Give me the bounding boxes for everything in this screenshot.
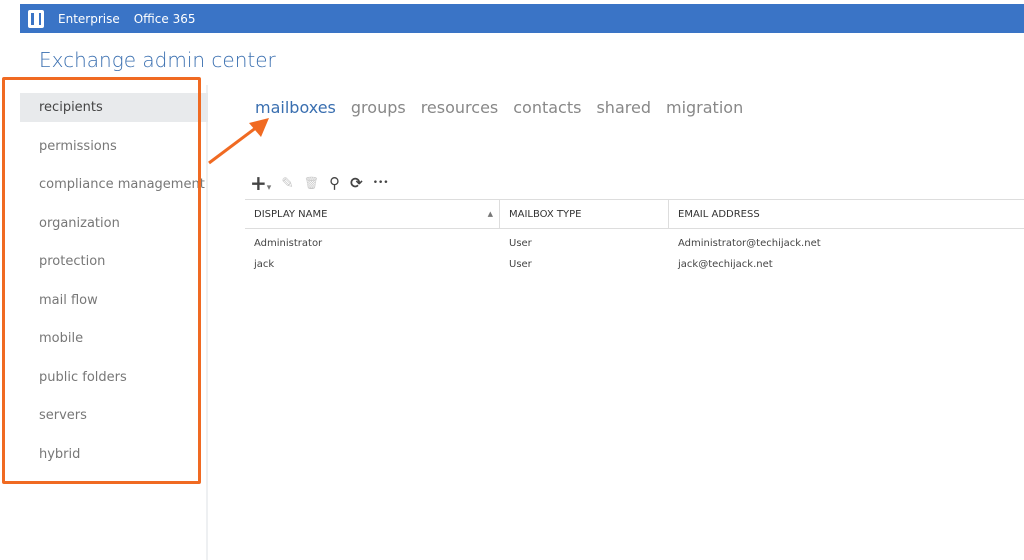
column-email-address[interactable]: EMAIL ADDRESS [669, 200, 1024, 228]
sort-ascending-icon: ▲ [487, 210, 493, 218]
column-mailbox-type[interactable]: MAILBOX TYPE [500, 200, 669, 228]
refresh-icon[interactable]: ⟳ [350, 174, 363, 192]
cell-mailbox-type: User [509, 238, 532, 249]
cell-email-address: jack@techijack.net [678, 259, 773, 270]
tab-contacts[interactable]: contacts [513, 98, 581, 117]
tabs: mailboxes groups resources contacts shar… [255, 98, 743, 117]
cell-email-address: Administrator@techijack.net [678, 238, 821, 249]
topnav-office365[interactable]: Office 365 [134, 12, 196, 26]
toolbar: +▾ ✎ 🗑 ⚲ ⟳ ••• [250, 171, 389, 195]
tab-resources[interactable]: resources [421, 98, 499, 117]
plus-icon: + [250, 171, 267, 195]
page-title: Exchange admin center [39, 48, 276, 72]
column-label: DISPLAY NAME [254, 208, 328, 220]
search-icon[interactable]: ⚲ [329, 174, 340, 192]
cell-display-name: jack [254, 259, 275, 270]
annotation-arrow-icon [208, 118, 269, 165]
mailbox-table: DISPLAY NAME ▲ MAILBOX TYPE EMAIL ADDRESS… [245, 199, 1024, 275]
more-icon[interactable]: ••• [373, 178, 389, 188]
tab-migration[interactable]: migration [666, 98, 743, 117]
top-bar: Enterprise Office 365 [20, 4, 1024, 33]
office-logo-icon[interactable] [28, 9, 44, 28]
cell-display-name: Administrator [254, 238, 323, 249]
add-button[interactable]: +▾ [250, 171, 271, 195]
edit-pencil-icon[interactable]: ✎ [281, 174, 294, 192]
table-row[interactable]: Administrator User Administrator@techija… [245, 233, 1024, 254]
cell-mailbox-type: User [509, 259, 532, 270]
chevron-down-icon: ▾ [266, 183, 272, 193]
column-display-name[interactable]: DISPLAY NAME ▲ [245, 200, 500, 228]
sidebar-highlight-box [2, 77, 201, 484]
tab-mailboxes[interactable]: mailboxes [255, 98, 336, 117]
tab-shared[interactable]: shared [596, 98, 651, 117]
table-row[interactable]: jack User jack@techijack.net [245, 254, 1024, 275]
topnav-enterprise[interactable]: Enterprise [58, 12, 120, 26]
delete-trash-icon[interactable]: 🗑 [304, 176, 319, 190]
tab-groups[interactable]: groups [351, 98, 406, 117]
table-header: DISPLAY NAME ▲ MAILBOX TYPE EMAIL ADDRESS [245, 199, 1024, 229]
